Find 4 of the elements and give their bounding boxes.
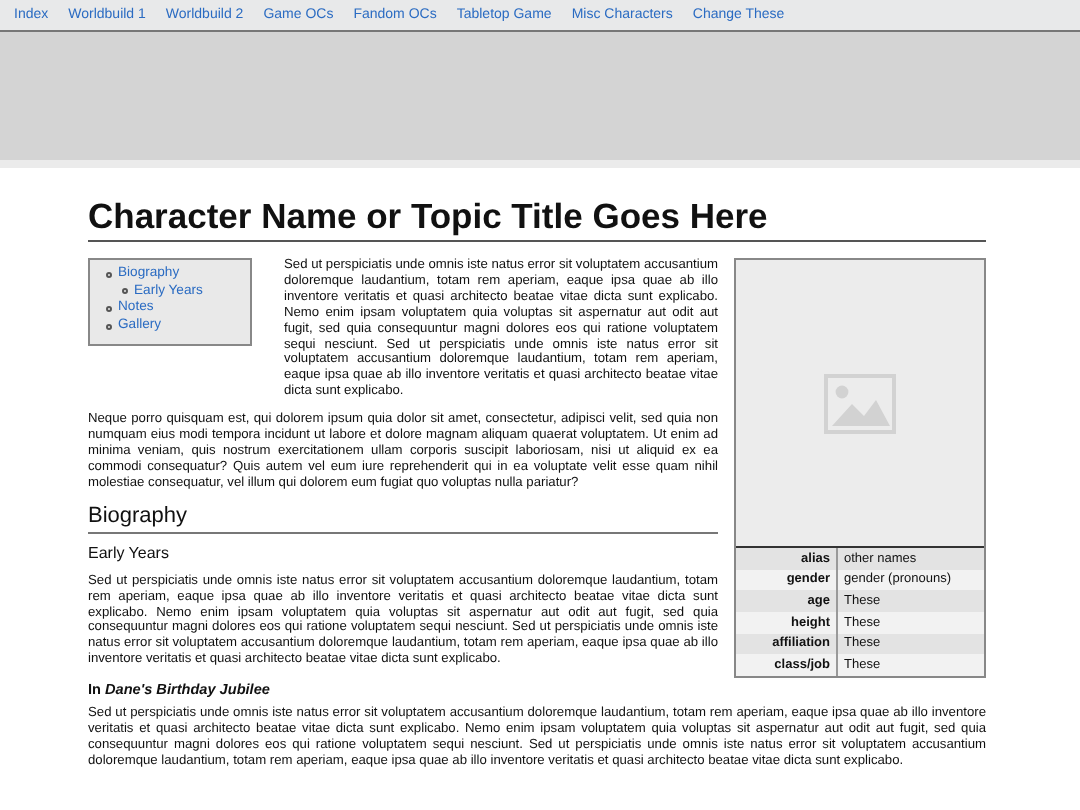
page-title: Character Name or Topic Title Goes Here xyxy=(88,194,986,242)
section-heading: Biography xyxy=(88,503,718,534)
subsection-heading: Early Years xyxy=(88,543,171,564)
image-placeholder-icon xyxy=(824,373,896,433)
